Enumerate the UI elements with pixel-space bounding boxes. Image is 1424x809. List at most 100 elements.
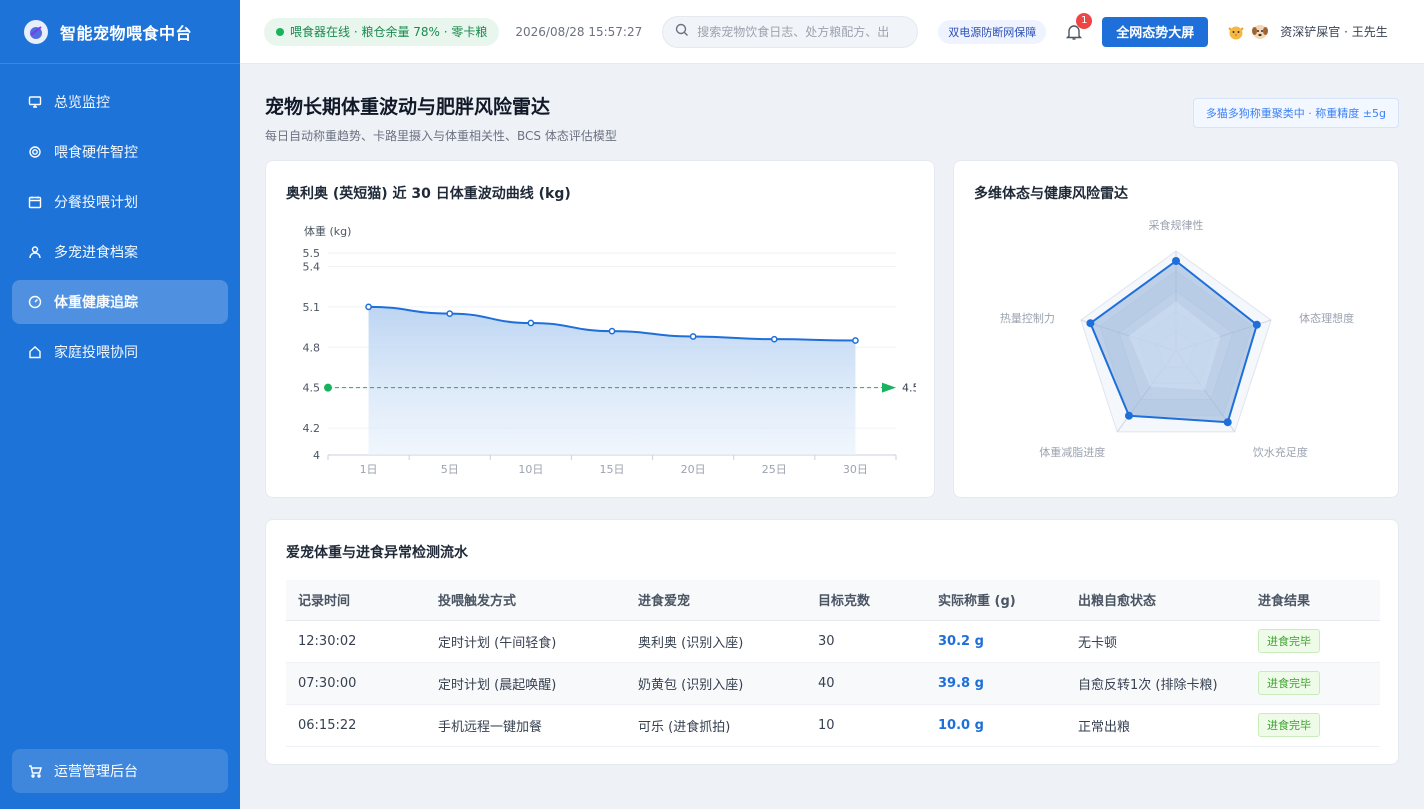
- radar-axis-label: 体态理想度: [1299, 311, 1354, 325]
- x-tick-label: 15日: [600, 463, 625, 476]
- cell-trigger: 定时计划 (午间轻食): [426, 620, 626, 663]
- radar-card: 多维体态与健康风险雷达 采食规律性 体态理想度 饮水充足度 体重减脂进度 热量控制力: [953, 160, 1399, 498]
- y-tick-label: 5.5: [303, 247, 321, 260]
- target-line-arrow-icon: [882, 382, 896, 393]
- sidebar-item-hardware[interactable]: 喂食硬件智控: [12, 130, 228, 174]
- weight-data-point: [689, 333, 697, 340]
- x-tick-label: 25日: [762, 463, 787, 476]
- radar-data-point: [1086, 319, 1095, 328]
- weight-line-chart: 体重 (kg) 4 4.2 4.5 4.8 5.1 5.45.5 1日 5日 10日 15日 20日 2…: [303, 224, 917, 476]
- cell-target: 30: [806, 620, 926, 663]
- app-root: 智能宠物喂食中台 总览监控 喂食硬件智控 分餐投喂计划 多宠进食档案 体重健康追…: [0, 0, 1424, 809]
- cell-trigger: 定时计划 (晨起唤醒): [426, 662, 626, 705]
- dashboard-screen-button[interactable]: 全网态势大屏: [1102, 16, 1209, 47]
- search-box[interactable]: [662, 15, 919, 48]
- radar-data-point: [1124, 411, 1133, 420]
- device-status-text: 喂食器在线 · 粮仓余量 78% · 零卡粮: [290, 25, 488, 39]
- sidebar-item-admin[interactable]: 运营管理后台: [12, 749, 228, 793]
- notification-button[interactable]: 1: [1062, 12, 1093, 44]
- user-icon: [28, 245, 42, 259]
- sidebar-item-label: 喂食硬件智控: [54, 145, 138, 161]
- sidebar-item-label: 分餐投喂计划: [54, 195, 138, 211]
- target-line-label: 4.5: [902, 382, 916, 395]
- sidebar-item-label: 总览监控: [54, 95, 110, 111]
- weight-data-point: [527, 319, 535, 327]
- sidebar-item-plan[interactable]: 分餐投喂计划: [12, 180, 228, 224]
- main-area: 喂食器在线 · 粮仓余量 78% · 零卡粮 2026/08/28 15:57:…: [240, 0, 1424, 809]
- calendar-icon: [28, 195, 42, 209]
- radar-axis-label: 体重减脂进度: [1039, 445, 1105, 459]
- target-line-start-marker: [324, 383, 332, 392]
- y-tick-label: 5.4: [303, 260, 321, 273]
- cell-actual-weight: 30.2 g: [926, 620, 1066, 663]
- status-badge: 进食完毕: [1258, 713, 1320, 737]
- y-tick-label: 4.8: [303, 341, 321, 354]
- current-datetime: 2026/08/28 15:57:27: [515, 24, 643, 39]
- weight-chart-title: 奥利奥 (英短猫) 近 30 日体重波动曲线 (kg): [286, 186, 571, 202]
- topbar: 喂食器在线 · 粮仓余量 78% · 零卡粮 2026/08/28 15:57:…: [240, 0, 1424, 64]
- feeding-log-title: 爱宠体重与进食异常检测流水: [286, 545, 468, 561]
- user-menu[interactable]: 资深铲屎官 · 王先生: [1226, 22, 1388, 42]
- sidebar: 智能宠物喂食中台 总览监控 喂食硬件智控 分餐投喂计划 多宠进食档案 体重健康追…: [0, 0, 240, 809]
- sidebar-item-archive[interactable]: 多宠进食档案: [12, 230, 228, 274]
- dog-avatar-icon: [1250, 22, 1270, 42]
- cell-trigger: 手机远程一键加餐: [426, 704, 626, 747]
- status-badge: 进食完毕: [1258, 629, 1320, 653]
- weight-data-point: [852, 337, 859, 344]
- radar-axis-label: 采食规律性: [1149, 218, 1204, 232]
- column-header: 出粮自愈状态: [1066, 580, 1246, 621]
- table-row[interactable]: 07:30:00 定时计划 (晨起唤醒) 奶黄包 (识别入座) 40 39.8 …: [286, 662, 1380, 705]
- radar-data-point: [1252, 320, 1261, 329]
- brand-logo-icon: [24, 19, 48, 44]
- column-header: 进食结果: [1246, 580, 1380, 621]
- radar-data-point: [1223, 418, 1232, 427]
- notification-count-badge: 1: [1076, 12, 1093, 29]
- sidebar-item-overview[interactable]: 总览监控: [12, 80, 228, 124]
- status-badge: 进食完毕: [1258, 671, 1320, 695]
- online-dot-icon: [276, 27, 284, 36]
- cell-pet: 奥利奥 (识别入座): [626, 620, 806, 663]
- brand[interactable]: 智能宠物喂食中台: [0, 0, 240, 64]
- search-icon: [675, 23, 689, 41]
- health-radar-chart: 采食规律性体态理想度饮水充足度 体重减脂进度 热量控制力: [1000, 218, 1354, 459]
- cell-time: 07:30:00: [286, 662, 426, 705]
- charts-row: 奥利奥 (英短猫) 近 30 日体重波动曲线 (kg) 体重 (kg) 4 4.2 4…: [265, 160, 1399, 498]
- cell-time: 06:15:22: [286, 704, 426, 747]
- y-axis-label: 体重 (kg): [304, 224, 351, 238]
- sidebar-item-weight-health[interactable]: 体重健康追踪: [12, 280, 228, 324]
- sidebar-item-family[interactable]: 家庭投喂协同: [12, 330, 228, 374]
- table-row[interactable]: 12:30:02 定时计划 (午间轻食) 奥利奥 (识别入座) 30 30.2 …: [286, 620, 1380, 663]
- column-header: 实际称重 (g): [926, 580, 1066, 621]
- cell-time: 12:30:02: [286, 620, 426, 663]
- column-header: 进食爱宠: [626, 580, 806, 621]
- weight-data-point: [608, 327, 616, 335]
- y-tick-label: 4.5: [303, 382, 321, 395]
- x-tick-label: 1日: [360, 463, 378, 476]
- cell-recovery: 无卡顿: [1066, 620, 1246, 663]
- x-tick-label: 5日: [441, 463, 459, 476]
- app-title: 智能宠物喂食中台: [60, 23, 193, 43]
- gear-icon: [28, 145, 42, 159]
- x-tick-label: 30日: [843, 463, 868, 476]
- power-guarantee-badge: 双电源防断网保障: [938, 19, 1047, 44]
- x-tick-label: 10日: [518, 463, 543, 476]
- cell-recovery: 自愈反转1次 (排除卡粮): [1066, 662, 1246, 705]
- monitor-icon: [28, 95, 42, 109]
- feeding-log-table: 记录时间 投喂触发方式 进食爱宠 目标克数 实际称重 (g) 出粮自愈状态 进食…: [286, 580, 1380, 747]
- table-row[interactable]: 06:15:22 手机远程一键加餐 可乐 (进食抓拍) 10 10.0 g 正常…: [286, 704, 1380, 747]
- cell-recovery: 正常出粮: [1066, 704, 1246, 747]
- cell-result: 进食完毕: [1246, 704, 1380, 747]
- cell-target: 10: [806, 704, 926, 747]
- sidebar-nav: 总览监控 喂食硬件智控 分餐投喂计划 多宠进食档案 体重健康追踪 家庭投喂协同: [0, 64, 240, 396]
- search-input[interactable]: [697, 24, 906, 39]
- table-header-row: 记录时间 投喂触发方式 进食爱宠 目标克数 实际称重 (g) 出粮自愈状态 进食…: [286, 580, 1380, 621]
- sidebar-item-label: 运营管理后台: [54, 764, 138, 780]
- cat-avatar-icon: [1226, 22, 1246, 42]
- cell-pet: 可乐 (进食抓拍): [626, 704, 806, 747]
- column-header: 目标克数: [806, 580, 926, 621]
- weight-data-point: [446, 310, 454, 317]
- cell-result: 进食完毕: [1246, 620, 1380, 663]
- column-header: 记录时间: [286, 580, 426, 621]
- sidebar-item-label: 体重健康追踪: [54, 295, 138, 311]
- cell-actual-weight: 10.0 g: [926, 704, 1066, 747]
